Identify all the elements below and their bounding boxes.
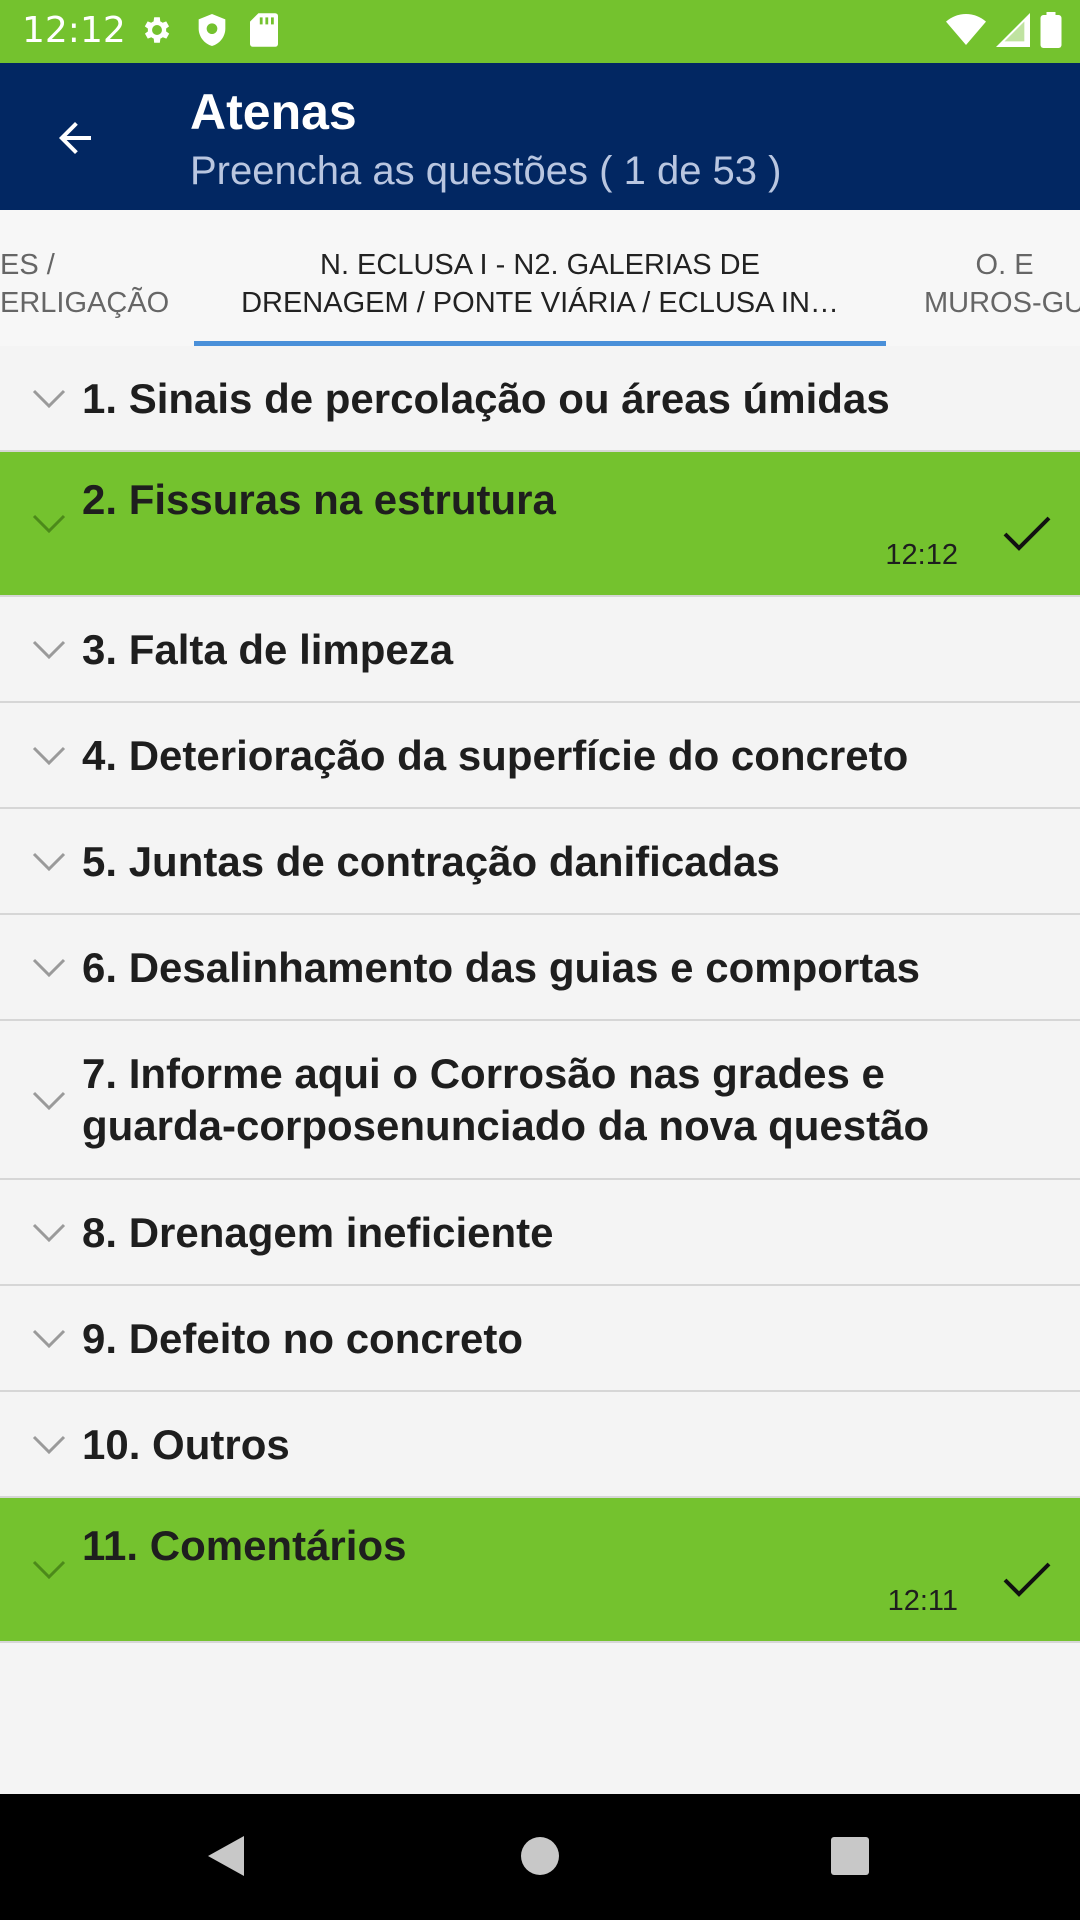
tab-current-section[interactable]: N. ECLUSA I - N2. GALERIAS DE DRENAGEM /… [194, 246, 886, 322]
question-label: 7. Informe aqui o Corrosão nas grades e … [82, 1048, 1040, 1152]
tab-label-line: ERLIGAÇÃO [0, 287, 170, 319]
section-tabs: ES / ERLIGAÇÃO N. ECLUSA I - N2. GALERIA… [0, 210, 1080, 346]
signal-icon [996, 13, 1030, 52]
question-item[interactable]: 6. Desalinhamento das guias e comportas [0, 915, 1080, 1021]
tab-label-line: MUROS-GU [924, 287, 1080, 319]
question-item[interactable]: 5. Juntas de contração danificadas [0, 809, 1080, 915]
chevron-down-icon [32, 640, 66, 660]
system-nav-bar [0, 1794, 1080, 1920]
chevron-down-icon [32, 852, 66, 872]
tab-next-section[interactable]: O. E MUROS-GU [924, 246, 1080, 322]
question-item[interactable]: 4. Deterioração da superfície do concret… [0, 703, 1080, 809]
answer-timestamp: 12:11 [887, 1585, 958, 1617]
app-bar: Atenas Preencha as questões ( 1 de 53 ) [0, 63, 1080, 210]
chevron-down-icon [32, 1223, 66, 1243]
tab-label-line: DRENAGEM / PONTE VIÁRIA / ECLUSA IN… [241, 287, 839, 319]
chevron-down-icon [32, 746, 66, 766]
check-icon [1003, 1562, 1051, 1597]
tab-previous-section[interactable]: ES / ERLIGAÇÃO [0, 246, 169, 322]
question-item[interactable]: 9. Defeito no concreto [0, 1286, 1080, 1392]
tab-label-line: O. E [975, 249, 1034, 281]
question-label: 2. Fissuras na estrutura [82, 476, 556, 523]
chevron-down-icon [32, 1329, 66, 1349]
question-label: 11. Comentários [82, 1522, 407, 1569]
chevron-down-icon [32, 958, 66, 978]
question-label: 9. Defeito no concreto [82, 1315, 524, 1362]
question-label: 8. Drenagem ineficiente [82, 1209, 554, 1256]
question-item[interactable]: 3. Falta de limpeza [0, 597, 1080, 703]
chevron-down-icon [32, 514, 66, 534]
question-label: 10. Outros [82, 1421, 290, 1468]
chevron-down-icon [32, 1091, 66, 1111]
nav-home-button[interactable] [510, 1826, 570, 1886]
question-label: 4. Deterioração da superfície do concret… [82, 732, 909, 779]
check-icon [1003, 516, 1051, 551]
answer-timestamp: 12:12 [885, 539, 958, 571]
shield-icon [196, 12, 228, 53]
question-item[interactable]: 11. Comentários 12:11 [0, 1498, 1080, 1643]
home-circle-icon [521, 1837, 559, 1875]
question-label-line: guarda-corposenunciado da nova questão [82, 1102, 930, 1149]
question-list: 1. Sinais de percolação ou áreas úmidas … [0, 346, 1080, 1643]
chevron-down-icon [32, 389, 66, 409]
question-item[interactable]: 10. Outros [0, 1392, 1080, 1498]
back-button[interactable] [40, 103, 110, 173]
arrow-back-icon [59, 122, 91, 154]
tab-label-line: ES / [0, 249, 55, 281]
nav-back-button[interactable] [196, 1826, 256, 1886]
question-item[interactable]: 8. Drenagem ineficiente [0, 1180, 1080, 1286]
chevron-down-icon [32, 1560, 66, 1580]
back-triangle-icon [208, 1836, 244, 1876]
question-label: 6. Desalinhamento das guias e comportas [82, 944, 920, 991]
question-label: 1. Sinais de percolação ou áreas úmidas [82, 375, 890, 422]
question-item[interactable]: 2. Fissuras na estrutura 12:12 [0, 452, 1080, 597]
wifi-icon [946, 14, 986, 51]
chevron-down-icon [32, 1435, 66, 1455]
question-item[interactable]: 1. Sinais de percolação ou áreas úmidas [0, 346, 1080, 452]
question-label-line: 7. Informe aqui o Corrosão nas grades e [82, 1050, 885, 1097]
recents-square-icon [831, 1837, 869, 1875]
question-item[interactable]: 7. Informe aqui o Corrosão nas grades e … [0, 1021, 1080, 1180]
status-bar: 12:12 [0, 0, 1080, 63]
status-time: 12:12 [22, 10, 126, 51]
page-title: Atenas [190, 84, 357, 140]
page-subtitle: Preencha as questões ( 1 de 53 ) [190, 149, 782, 193]
question-label: 3. Falta de limpeza [82, 626, 454, 673]
question-label: 5. Juntas de contração danificadas [82, 838, 780, 885]
nav-recents-button[interactable] [820, 1826, 880, 1886]
settings-icon [140, 13, 174, 52]
tab-label-line: N. ECLUSA I - N2. GALERIAS DE [320, 249, 760, 281]
battery-icon [1040, 12, 1062, 53]
sd-card-icon [250, 13, 278, 52]
